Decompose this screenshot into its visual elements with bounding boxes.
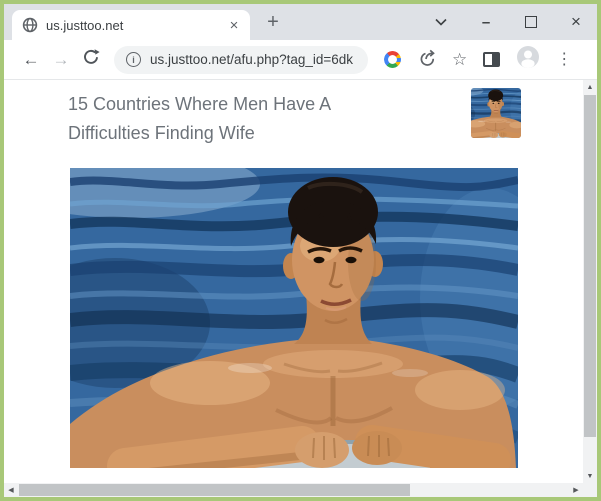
article-title-line2: Difficulties Finding Wife — [68, 119, 331, 148]
scroll-left-button[interactable]: ◀ — [4, 483, 18, 497]
scroll-up-button[interactable]: ▲ — [583, 80, 597, 94]
reload-icon — [82, 48, 100, 66]
vertical-scrollbar-thumb[interactable] — [584, 95, 596, 437]
reload-button[interactable] — [76, 48, 106, 71]
article-title-line1: 15 Countries Where Men Have A — [68, 90, 331, 119]
browser-window: us.justtoo.net × + – × ← → i us.justtoo.… — [4, 4, 597, 497]
new-tab-button[interactable]: + — [260, 9, 286, 35]
forward-button[interactable]: → — [46, 50, 76, 70]
article-title[interactable]: 15 Countries Where Men Have A Difficulti… — [68, 90, 331, 148]
window-controls: – × — [434, 4, 597, 40]
avatar-icon — [516, 45, 540, 69]
maximize-button[interactable] — [524, 14, 538, 30]
page-content: 15 Countries Where Men Have A Difficulti… — [4, 80, 597, 497]
article-hero-image[interactable] — [70, 168, 518, 468]
share-icon — [417, 48, 436, 67]
scroll-right-button[interactable]: ▶ — [569, 483, 583, 497]
desktop-background: { "browser": { "accent_color": "#a8c878"… — [0, 0, 601, 501]
minimize-button[interactable]: – — [479, 14, 493, 30]
scrollbar-corner — [583, 483, 597, 497]
toolbar-actions: ☆ ⋮ — [384, 45, 572, 74]
article-thumbnail[interactable] — [471, 88, 521, 138]
menu-kebab-icon[interactable]: ⋮ — [556, 52, 572, 68]
horizontal-scrollbar-thumb[interactable] — [19, 484, 410, 496]
url-text: us.justtoo.net/afu.php?tag_id=6dk — [150, 52, 356, 67]
pool-man-thumbnail-image — [471, 88, 521, 138]
browser-toolbar: ← → i us.justtoo.net/afu.php?tag_id=6dk … — [4, 40, 597, 80]
pool-man-photo — [70, 168, 518, 468]
site-info-icon[interactable]: i — [126, 52, 141, 67]
close-tab-icon[interactable]: × — [226, 17, 242, 34]
tab-title: us.justtoo.net — [46, 18, 226, 33]
scroll-down-button[interactable]: ▼ — [583, 469, 597, 483]
maximize-icon — [525, 16, 537, 28]
tab-search-chevron-icon[interactable] — [434, 14, 448, 30]
side-panel-icon[interactable] — [483, 52, 500, 67]
profile-avatar[interactable] — [516, 45, 540, 74]
close-window-button[interactable]: × — [569, 14, 583, 30]
back-button[interactable]: ← — [16, 50, 46, 70]
google-g-arm — [393, 58, 401, 62]
tab-strip: us.justtoo.net × + – × — [4, 4, 597, 40]
globe-favicon-icon — [22, 17, 38, 33]
address-bar[interactable]: i us.justtoo.net/afu.php?tag_id=6dk — [114, 46, 368, 74]
vertical-scrollbar[interactable]: ▲ ▼ — [583, 80, 597, 483]
share-button[interactable] — [417, 48, 436, 72]
bookmark-star-icon[interactable]: ☆ — [452, 51, 467, 68]
google-g-icon[interactable] — [384, 51, 401, 68]
active-tab[interactable]: us.justtoo.net × — [12, 10, 250, 40]
horizontal-scrollbar[interactable]: ◀ ▶ — [4, 483, 583, 497]
